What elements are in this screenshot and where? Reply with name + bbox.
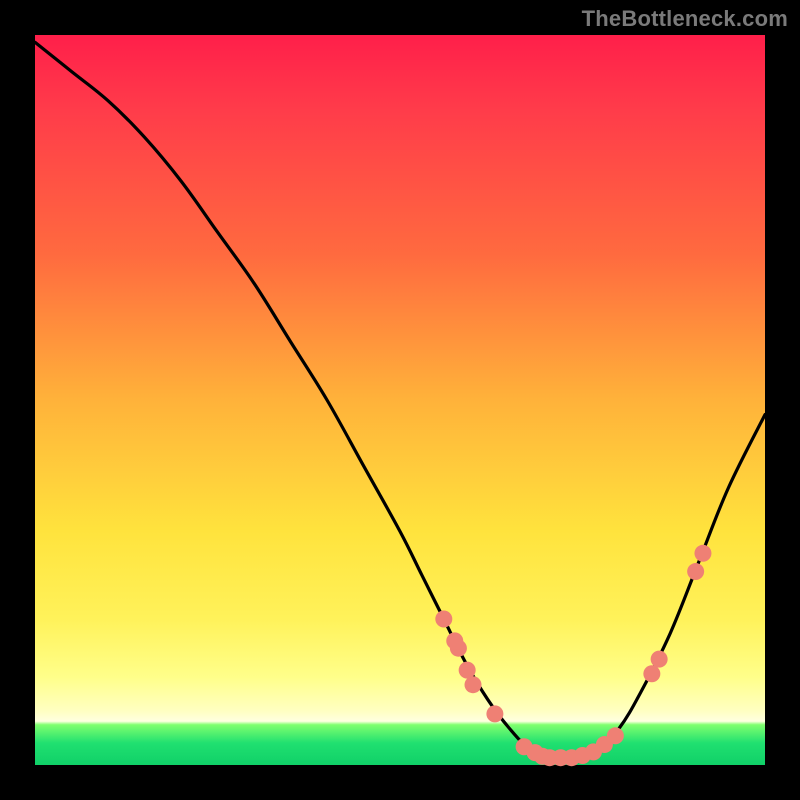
data-dot bbox=[459, 662, 476, 679]
data-dot bbox=[486, 705, 503, 722]
plot-area bbox=[35, 35, 765, 765]
chart-svg bbox=[35, 35, 765, 765]
data-dot bbox=[450, 640, 467, 657]
data-dot bbox=[607, 727, 624, 744]
data-dot bbox=[643, 665, 660, 682]
data-dot bbox=[687, 563, 704, 580]
bottleneck-curve bbox=[35, 42, 765, 758]
chart-frame: TheBottleneck.com bbox=[0, 0, 800, 800]
data-dot bbox=[651, 651, 668, 668]
data-dot bbox=[435, 611, 452, 628]
data-dots-group bbox=[435, 545, 711, 766]
data-dot bbox=[694, 545, 711, 562]
watermark-text: TheBottleneck.com bbox=[582, 6, 788, 32]
data-dot bbox=[465, 676, 482, 693]
